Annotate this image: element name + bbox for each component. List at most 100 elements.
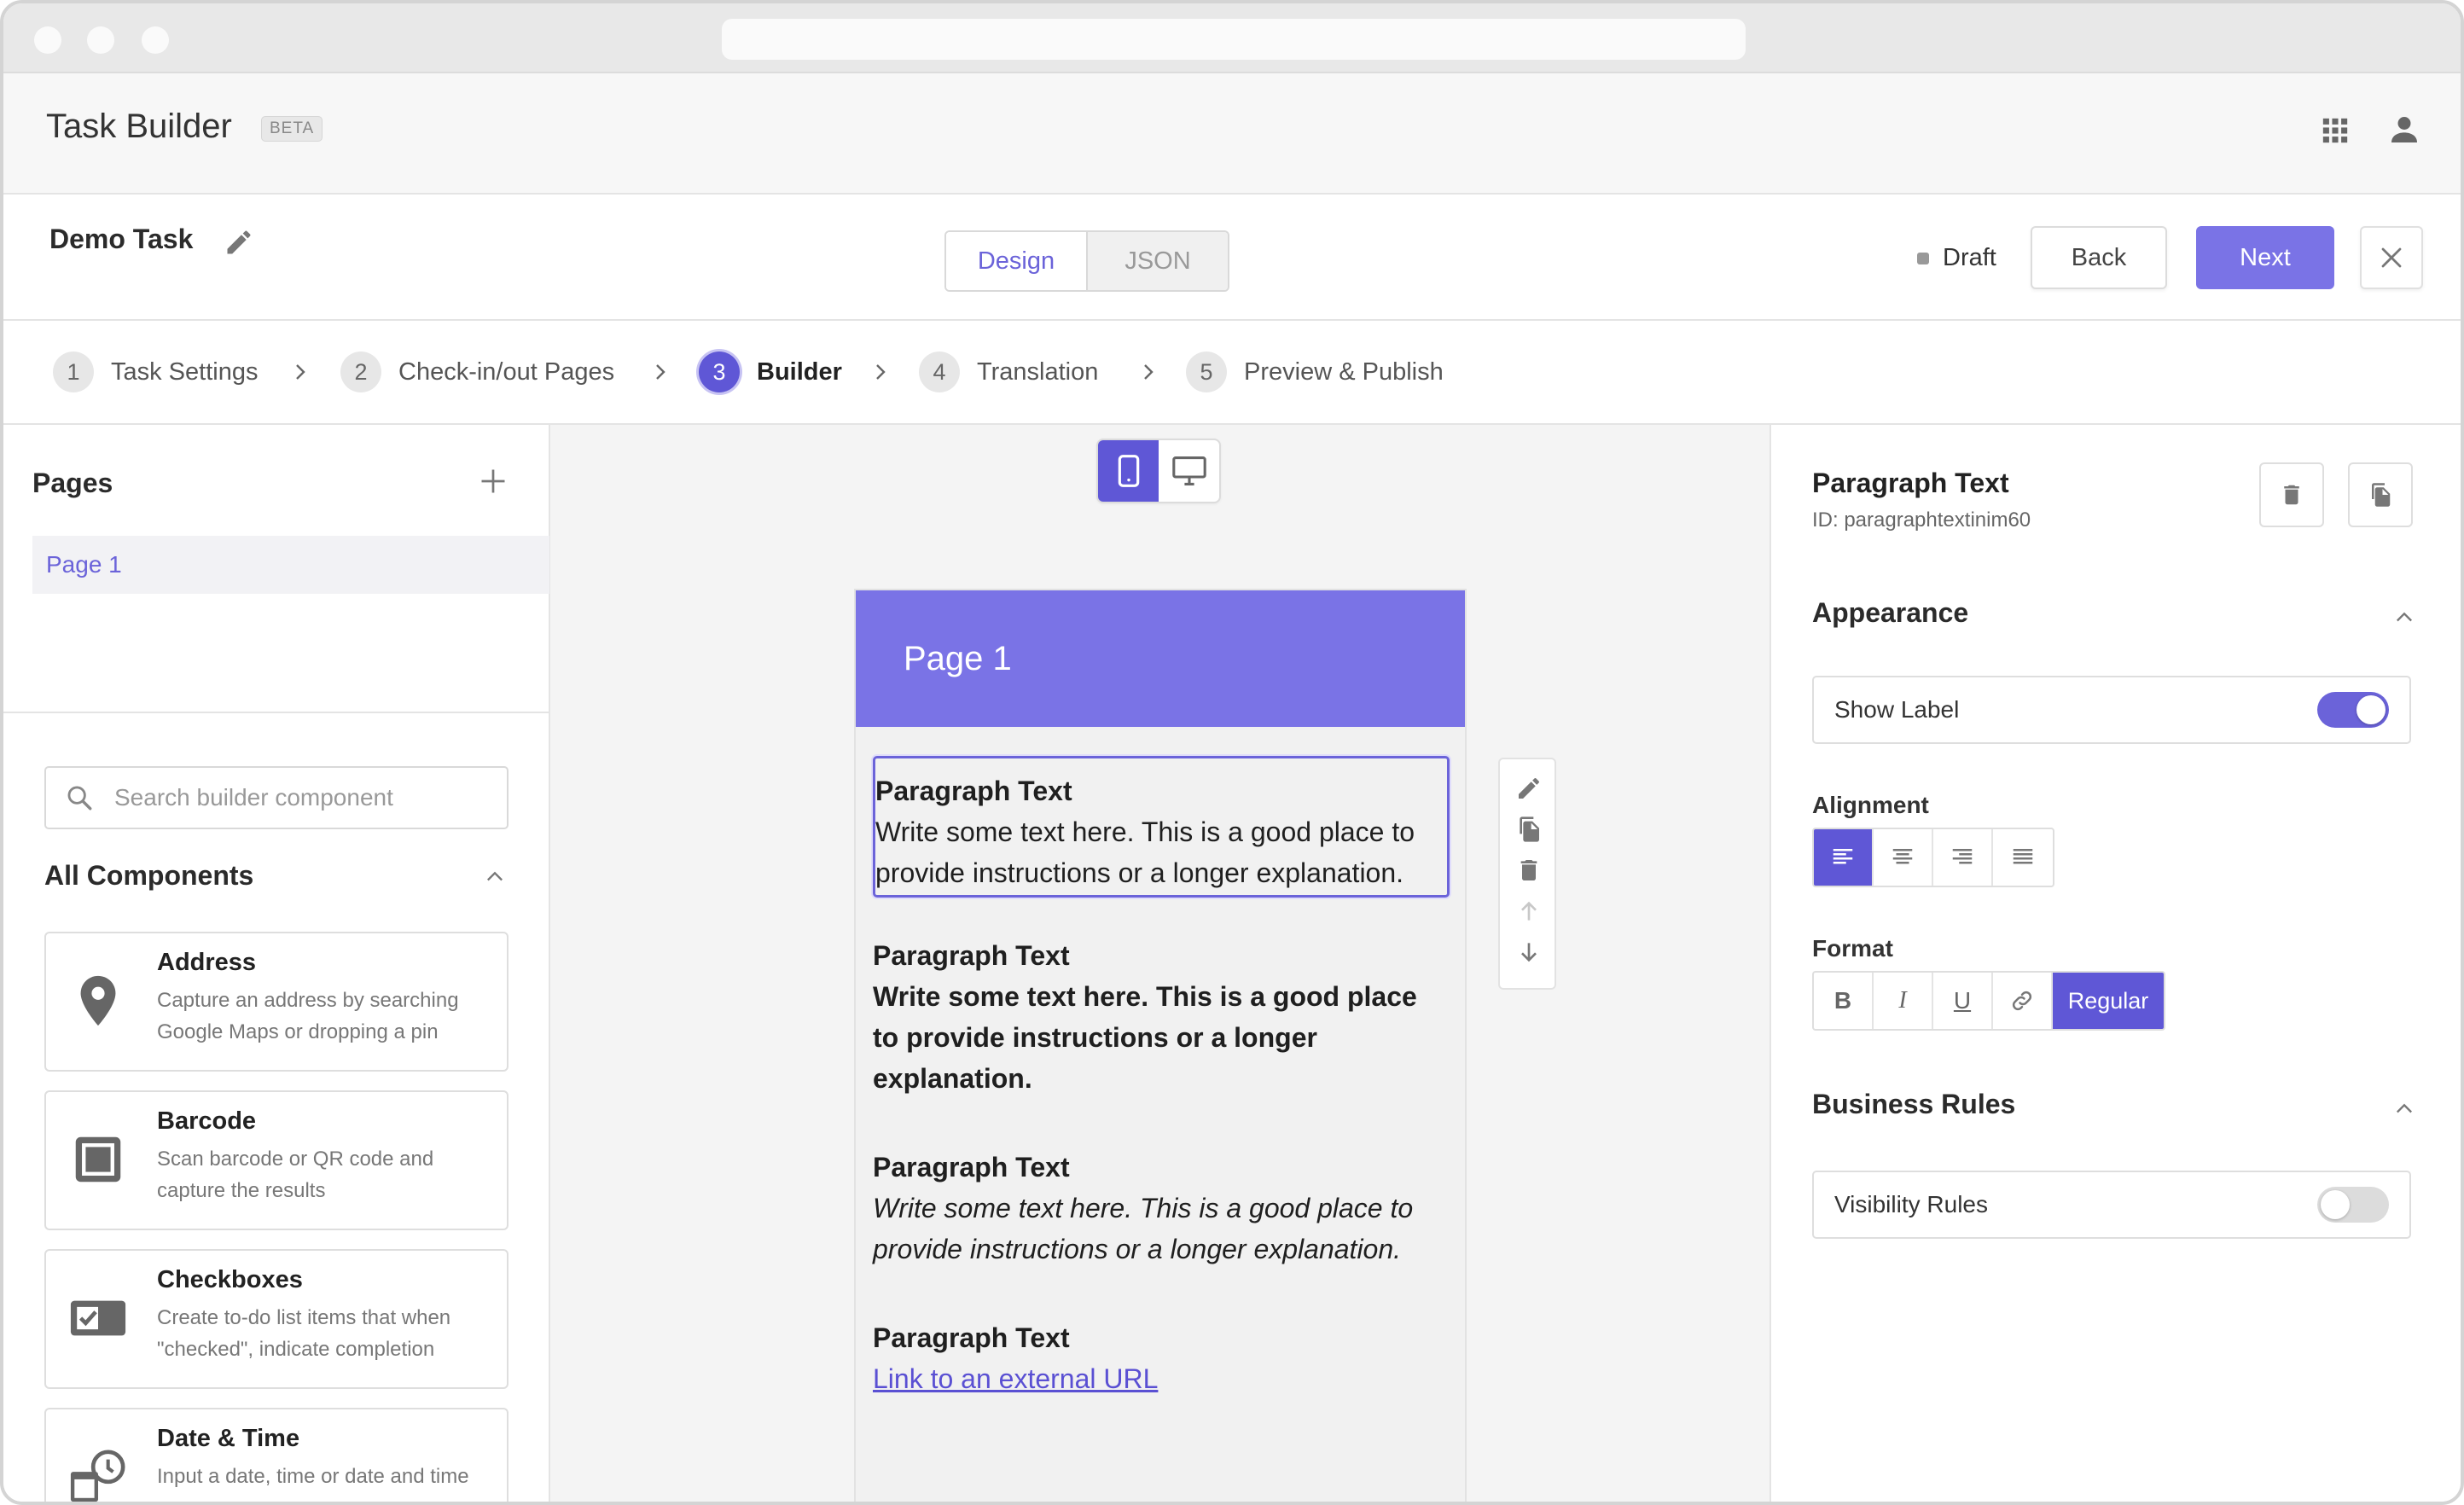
align-center-button[interactable] (1874, 829, 1933, 886)
chevron-up-icon[interactable] (2392, 606, 2416, 630)
link-icon (2012, 991, 2032, 1011)
align-right-icon (1952, 849, 1973, 864)
component-card-address[interactable]: Address Capture an address by searching … (44, 932, 508, 1072)
left-sidebar: Pages Page 1 All Components Address Capt… (3, 425, 550, 1502)
step-check-in-out-pages[interactable]: 2 Check-in/out Pages (340, 352, 614, 392)
properties-panel: Paragraph Text ID: paragraphtextinim60 A… (1770, 425, 2461, 1502)
component-card-barcode[interactable]: Barcode Scan barcode or QR code and capt… (44, 1090, 508, 1230)
all-components-heading: All Components (44, 860, 254, 891)
trash-icon (2284, 485, 2299, 505)
show-label-toggle[interactable] (2317, 692, 2389, 728)
barcode-scan-icon (75, 1136, 121, 1182)
link-button[interactable] (1993, 973, 2053, 1029)
paragraph-title: Paragraph Text (873, 1322, 1070, 1353)
step-builder[interactable]: 3 Builder (699, 352, 842, 392)
align-center-icon (1892, 849, 1913, 864)
step-label: Check-in/out Pages (398, 357, 615, 386)
window-close-dot[interactable] (34, 26, 61, 54)
visibility-rules-toggle[interactable] (2317, 1187, 2389, 1223)
duplicate-component-button[interactable] (2348, 462, 2413, 527)
paragraph-body: Write some text here. This is a good pla… (873, 981, 1417, 1094)
apps-grid-icon[interactable] (2321, 116, 2350, 145)
component-search (44, 766, 508, 829)
pencil-edit-icon[interactable] (224, 227, 254, 258)
user-account-icon[interactable] (2387, 113, 2421, 147)
selected-component-title: Paragraph Text (1812, 468, 2009, 498)
view-mode-switch: Design JSON (944, 230, 1229, 292)
paragraph-block[interactable]: Paragraph Text Link to an external URL (873, 1317, 1450, 1399)
progress-stepper: 1 Task Settings 2 Check-in/out Pages 3 B… (3, 321, 2461, 425)
close-button[interactable] (2360, 226, 2423, 289)
search-input[interactable] (114, 784, 490, 811)
step-translation[interactable]: 4 Translation (919, 352, 1098, 392)
desktop-view-button[interactable] (1159, 440, 1219, 502)
pages-heading: Pages (32, 468, 113, 498)
regular-format-button[interactable]: Regular (2053, 973, 2164, 1029)
format-label: Format (1812, 935, 1893, 962)
visibility-rules-row: Visibility Rules (1812, 1171, 2411, 1239)
show-label-row: Show Label (1812, 676, 2411, 744)
toggle-knob (2356, 695, 2386, 724)
back-button[interactable]: Back (2031, 226, 2167, 289)
mobile-view-button[interactable] (1098, 440, 1159, 502)
divider (3, 712, 550, 713)
page-list-item[interactable]: Page 1 (32, 536, 549, 594)
pencil-edit-icon[interactable] (1515, 775, 1543, 802)
underline-button[interactable]: U (1933, 973, 1993, 1029)
component-name: Date & Time (157, 1425, 300, 1452)
next-button[interactable]: Next (2196, 226, 2334, 289)
external-url-link[interactable]: Link to an external URL (873, 1358, 1450, 1399)
bold-button[interactable]: B (1814, 973, 1874, 1029)
chevron-up-icon[interactable] (2392, 1097, 2416, 1121)
task-toolbar: Demo Task Design JSON Draft Back Next (3, 195, 2461, 321)
paragraph-block[interactable]: Paragraph Text Write some text here. Thi… (873, 935, 1450, 1099)
step-label: Preview & Publish (1244, 357, 1444, 386)
window-minimize-dot[interactable] (87, 26, 114, 54)
app-header: Task Builder BETA (3, 73, 2461, 195)
block-action-toolbar (1498, 758, 1556, 990)
align-right-button[interactable] (1933, 829, 1993, 886)
address-bar[interactable] (722, 19, 1746, 60)
arrow-up-icon[interactable] (1515, 898, 1543, 925)
component-id: ID: paragraphtextinim60 (1812, 508, 2031, 532)
arrow-down-icon[interactable] (1515, 938, 1543, 966)
paragraph-block[interactable]: Paragraph Text Write some text here. Thi… (873, 1147, 1450, 1270)
duplicate-icon[interactable] (1515, 816, 1543, 843)
page-header: Page 1 (856, 590, 1465, 727)
component-description: Capture an address by searching Google M… (157, 989, 459, 1043)
window-zoom-dot[interactable] (142, 26, 169, 54)
paragraph-title: Paragraph Text (875, 776, 1072, 806)
tab-design[interactable]: Design (946, 232, 1088, 290)
step-number: 3 (699, 352, 740, 392)
chevron-up-icon[interactable] (483, 865, 507, 889)
align-left-button[interactable] (1814, 829, 1874, 886)
chevron-right-icon (656, 364, 665, 380)
component-card-date-time[interactable]: Date & Time Input a date, time or date a… (44, 1408, 508, 1502)
tab-json[interactable]: JSON (1088, 232, 1228, 290)
chevron-right-icon (1144, 364, 1154, 380)
step-preview-publish[interactable]: 5 Preview & Publish (1186, 352, 1444, 392)
italic-button[interactable]: I (1874, 973, 1933, 1029)
step-task-settings[interactable]: 1 Task Settings (53, 352, 258, 392)
align-justify-button[interactable] (1993, 829, 2053, 886)
trash-icon[interactable] (1515, 857, 1543, 884)
chevron-right-icon (296, 364, 305, 380)
alignment-button-group (1812, 828, 2054, 887)
component-description: Scan barcode or QR code and capture the … (157, 1148, 434, 1202)
status-dot (1917, 252, 1929, 264)
delete-component-button[interactable] (2259, 462, 2324, 527)
component-description: Create to-do list items that when "check… (157, 1306, 451, 1361)
show-label-text: Show Label (1834, 696, 1960, 723)
checkbox-icon (70, 1300, 126, 1336)
paragraph-title: Paragraph Text (873, 940, 1070, 971)
add-page-icon[interactable] (478, 466, 508, 497)
component-card-checkboxes[interactable]: Checkboxes Create to-do list items that … (44, 1249, 508, 1389)
mobile-page-preview: Page 1 Paragraph Text Write some text he… (854, 589, 1467, 1502)
browser-window: Task Builder BETA Demo Task Design JSON … (0, 0, 2464, 1505)
beta-badge: BETA (261, 116, 323, 142)
app-title: Task Builder (46, 108, 232, 145)
desktop-monitor-icon (1171, 456, 1206, 485)
paragraph-block-selected[interactable]: Paragraph Text Write some text here. Thi… (873, 756, 1450, 898)
step-label: Translation (977, 357, 1099, 386)
step-label: Builder (757, 357, 842, 386)
